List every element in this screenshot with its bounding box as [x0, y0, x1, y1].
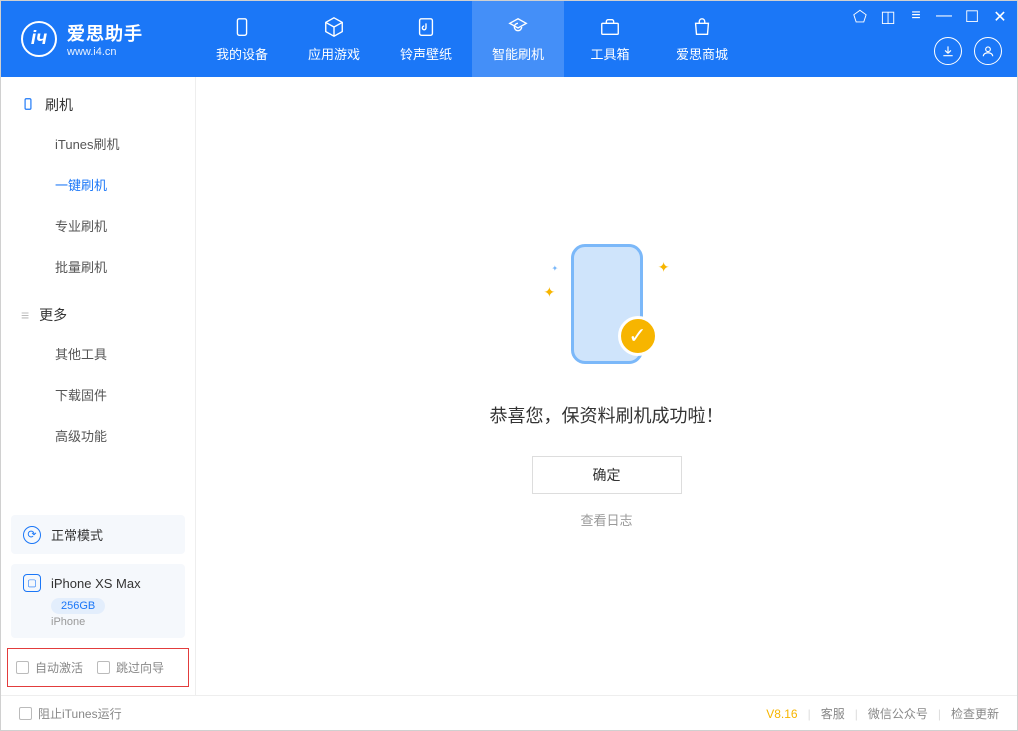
checkbox-block-itunes[interactable]: 阻止iTunes运行	[19, 705, 122, 722]
refresh-icon	[507, 16, 529, 38]
sidebar-item-download-firmware[interactable]: 下载固件	[1, 374, 195, 415]
check-badge-icon: ✓	[618, 316, 658, 356]
sparkle-icon: ✦	[552, 264, 559, 273]
toolbox-icon	[599, 16, 621, 38]
nav-label: 我的设备	[216, 44, 268, 63]
section-title: 刷机	[45, 95, 73, 115]
logo-text: 爱思助手 www.i4.cn	[67, 20, 143, 58]
cube-icon	[323, 16, 345, 38]
sidebar-item-itunes-flash[interactable]: iTunes刷机	[1, 123, 195, 164]
lock-icon[interactable]: ◫	[879, 7, 897, 27]
list-icon: ≡	[21, 307, 29, 323]
footer: 阻止iTunes运行 V8.16 | 客服 | 微信公众号 | 检查更新	[1, 695, 1017, 731]
phone-icon	[21, 97, 35, 114]
checkbox-label: 自动激活	[35, 659, 83, 676]
device-phone-icon: ▢	[23, 574, 41, 592]
sidebar-item-other-tools[interactable]: 其他工具	[1, 333, 195, 374]
device-type: iPhone	[51, 616, 173, 628]
section-title: 更多	[39, 305, 67, 325]
music-icon	[415, 16, 437, 38]
checkbox-skip-guide[interactable]: 跳过向导	[97, 659, 164, 676]
download-icon[interactable]	[934, 37, 962, 65]
section-header-flash: 刷机	[1, 95, 195, 123]
success-illustration: ✦ ✦ ✦ ✓	[542, 244, 672, 374]
nav-label: 铃声壁纸	[400, 44, 452, 63]
nav-label: 爱思商城	[676, 44, 728, 63]
footer-right: V8.16 | 客服 | 微信公众号 | 检查更新	[766, 705, 999, 722]
ok-button[interactable]: 确定	[532, 456, 682, 494]
bag-icon	[691, 16, 713, 38]
device-capacity: 256GB	[51, 598, 105, 614]
nav-tab-ringtones[interactable]: 铃声壁纸	[380, 1, 472, 77]
checkbox-label: 阻止iTunes运行	[38, 705, 122, 722]
section-header-more: ≡ 更多	[1, 305, 195, 333]
logo-icon: iч	[21, 21, 57, 57]
device-name: iPhone XS Max	[51, 576, 141, 591]
sidebar-item-advanced[interactable]: 高级功能	[1, 415, 195, 456]
checkbox-auto-activate[interactable]: 自动激活	[16, 659, 83, 676]
mode-box[interactable]: ⟳ 正常模式	[11, 515, 185, 554]
nav-tabs: 我的设备 应用游戏 铃声壁纸 智能刷机 工具箱 爱思商城	[196, 1, 748, 77]
sidebar-section-more: ≡ 更多 其他工具 下载固件 高级功能	[1, 287, 195, 456]
minimize-button[interactable]: ―	[935, 7, 953, 27]
footer-link-update[interactable]: 检查更新	[951, 705, 999, 722]
sidebar-item-oneclick-flash[interactable]: 一键刷机	[1, 164, 195, 205]
checkbox-icon	[19, 707, 32, 720]
window-controls: ⬠ ◫ ≡ ― ☐ ✕	[851, 7, 1009, 27]
mode-icon: ⟳	[23, 526, 41, 544]
menu-icon[interactable]: ≡	[907, 7, 925, 27]
version-label: V8.16	[766, 707, 797, 721]
nav-tab-apps[interactable]: 应用游戏	[288, 1, 380, 77]
user-icon[interactable]	[974, 37, 1002, 65]
checkbox-icon	[97, 661, 110, 674]
footer-link-service[interactable]: 客服	[821, 705, 845, 722]
app-url: www.i4.cn	[67, 46, 143, 58]
shirt-icon[interactable]: ⬠	[851, 7, 869, 27]
content: 刷机 iTunes刷机 一键刷机 专业刷机 批量刷机 ≡ 更多 其他工具 下载固…	[1, 77, 1017, 695]
checkbox-label: 跳过向导	[116, 659, 164, 676]
nav-label: 智能刷机	[492, 44, 544, 63]
success-message: 恭喜您，保资料刷机成功啦！	[490, 402, 724, 428]
view-log-link[interactable]: 查看日志	[580, 510, 632, 529]
nav-tab-flash[interactable]: 智能刷机	[472, 1, 564, 77]
options-highlight-box: 自动激活 跳过向导	[7, 648, 189, 687]
nav-label: 应用游戏	[308, 44, 360, 63]
header: iч 爱思助手 www.i4.cn 我的设备 应用游戏 铃声壁纸 智能刷机 工具…	[1, 1, 1017, 77]
device-icon	[231, 16, 253, 38]
sidebar-bottom: ⟳ 正常模式 ▢ iPhone XS Max 256GB iPhone 自动激活	[1, 505, 195, 695]
nav-tab-toolbox[interactable]: 工具箱	[564, 1, 656, 77]
nav-label: 工具箱	[590, 44, 629, 63]
sidebar-item-batch-flash[interactable]: 批量刷机	[1, 246, 195, 287]
sparkle-icon: ✦	[658, 259, 670, 276]
footer-link-wechat[interactable]: 微信公众号	[868, 705, 928, 722]
maximize-button[interactable]: ☐	[963, 7, 981, 27]
nav-tab-store[interactable]: 爱思商城	[656, 1, 748, 77]
sidebar-section-flash: 刷机 iTunes刷机 一键刷机 专业刷机 批量刷机	[1, 77, 195, 287]
sidebar: 刷机 iTunes刷机 一键刷机 专业刷机 批量刷机 ≡ 更多 其他工具 下载固…	[1, 77, 196, 695]
sidebar-item-pro-flash[interactable]: 专业刷机	[1, 205, 195, 246]
header-action-icons	[934, 37, 1002, 65]
main-panel: ✦ ✦ ✦ ✓ 恭喜您，保资料刷机成功啦！ 确定 查看日志	[196, 77, 1017, 695]
mode-label: 正常模式	[51, 525, 103, 544]
device-box[interactable]: ▢ iPhone XS Max 256GB iPhone	[11, 564, 185, 638]
close-button[interactable]: ✕	[991, 7, 1009, 27]
sparkle-icon: ✦	[544, 284, 556, 301]
app-name: 爱思助手	[67, 20, 143, 46]
checkbox-icon	[16, 661, 29, 674]
nav-tab-device[interactable]: 我的设备	[196, 1, 288, 77]
logo-area: iч 爱思助手 www.i4.cn	[1, 20, 196, 58]
